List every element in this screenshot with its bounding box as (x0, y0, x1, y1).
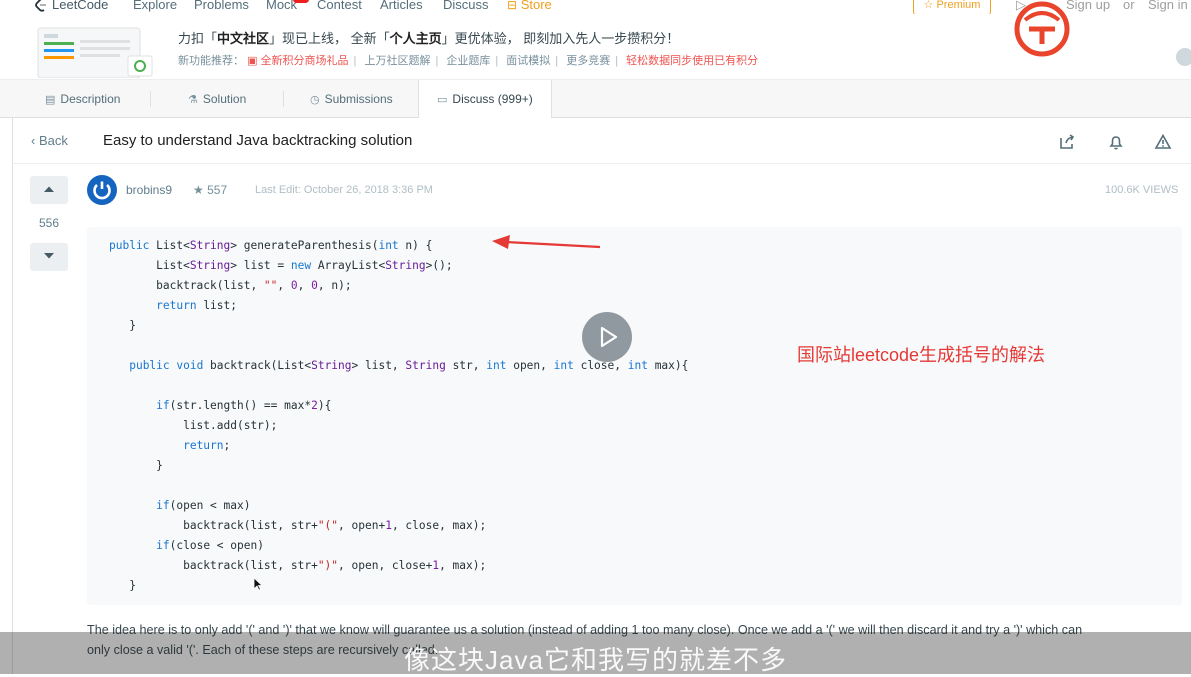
banner-link[interactable]: 全新积分商场礼品 (261, 55, 349, 67)
banner-link[interactable]: 更多竞赛 (566, 55, 610, 67)
nav-store[interactable]: ⊟ Store (507, 0, 552, 12)
comment-icon: ▭ (437, 94, 448, 106)
caret-down-icon (44, 253, 54, 259)
star-icon: ★ (193, 183, 208, 197)
video-play-button[interactable] (582, 312, 632, 362)
last-edit: Last Edit: October 26, 2018 3:36 PM (255, 184, 433, 196)
new-badge (293, 0, 309, 3)
post-title: Easy to understand Java backtracking sol… (103, 132, 413, 149)
sign-up-link[interactable]: Sign up (1066, 0, 1110, 12)
banner-recommendations: 新功能推荐： ▣ 全新积分商场礼品 | 上万社区题解 | 企业题库 | 面试模拟 | 更… (178, 55, 759, 67)
nav-discuss[interactable]: Discuss (443, 0, 489, 12)
nav-mock[interactable]: Mock (266, 0, 297, 12)
store-icon: ⊟ (507, 0, 518, 12)
tab-description[interactable]: ▤ Description (37, 80, 128, 118)
caret-up-icon (44, 186, 54, 192)
gift-icon: ▣ (247, 55, 258, 67)
author-avatar[interactable] (87, 175, 117, 205)
annotation-arrow (492, 235, 601, 249)
nav-contest[interactable]: Contest (317, 0, 362, 12)
banner-text: 」现已上线， 全新「 (269, 31, 390, 46)
banner-link[interactable]: 面试模拟 (506, 55, 550, 67)
tab-label: Discuss (999+) (452, 92, 533, 106)
or-text: or (1123, 0, 1135, 12)
premium-button[interactable]: ☆ Premium (913, 0, 991, 15)
problem-tabs: ▤ Description ⚗ Solution ◷ Submissions ▭ Dis… (0, 80, 1191, 119)
banner-link[interactable]: 轻松数据同步使用已有积分 (626, 55, 758, 67)
video-subtitle: 像这块Java它和我写的就差不多 (404, 645, 787, 675)
tab-label: Description (60, 92, 121, 106)
leetcode-logo-icon (35, 0, 46, 12)
description-icon: ▤ (45, 94, 56, 106)
back-label: Back (38, 133, 68, 148)
nav-store-label: Store (520, 0, 552, 12)
reputation-value: 557 (207, 183, 228, 197)
banner-text: 力扣「 (178, 31, 218, 46)
tab-solution[interactable]: ⚗ Solution (180, 80, 254, 118)
banner-highlight: 中文社区 (217, 31, 270, 46)
tab-label: Solution (202, 92, 247, 106)
tab-submissions[interactable]: ◷ Submissions (302, 80, 401, 118)
mouse-cursor-icon (253, 577, 263, 591)
banner-illustration (37, 27, 153, 78)
recommend-label: 新功能推荐： (178, 55, 244, 67)
play-icon (600, 327, 618, 347)
banner-highlight: 个人主页 (389, 31, 442, 46)
upvote-button[interactable] (30, 176, 68, 204)
tab-divider (150, 91, 151, 107)
power-icon (93, 181, 111, 200)
brand-name: LeetCode (52, 0, 109, 12)
vote-count: 556 (38, 216, 60, 230)
tab-discuss[interactable]: ▭ Discuss (999+) (418, 80, 552, 119)
banner-link[interactable]: 企业题库 (446, 55, 490, 67)
channel-logo-watermark (1014, 1, 1070, 57)
author-name[interactable]: brobins9 (126, 183, 172, 197)
nav-explore[interactable]: Explore (133, 0, 177, 12)
tab-divider (283, 91, 284, 107)
report-warning-icon[interactable] (1154, 133, 1172, 151)
banner-headline: 力扣「中文社区」现已上线， 全新「个人主页」更优体验， 即刻加入先人一步攒积分！ (178, 28, 679, 47)
chevron-left-icon: ‹ (31, 133, 39, 148)
nav-articles[interactable]: Articles (380, 0, 423, 12)
view-count: 100.6K VIEWS (1105, 184, 1179, 196)
tab-label: Submissions (324, 92, 393, 106)
leetcode-logo[interactable]: LeetCode (34, 0, 108, 12)
nav-problems[interactable]: Problems (194, 0, 249, 12)
flask-icon: ⚗ (188, 94, 198, 106)
banner-link[interactable]: 上万社区题解 (364, 55, 430, 67)
annotation-text: 国际站leetcode生成括号的解法 (797, 345, 1046, 365)
sign-in-link[interactable]: Sign in (1148, 0, 1188, 12)
clock-icon: ◷ (310, 94, 320, 106)
banner-close-icon[interactable] (1176, 48, 1191, 66)
title-divider (12, 163, 1191, 164)
code-text: public List<String> generateParenthesis(… (109, 239, 689, 592)
code-block: public List<String> generateParenthesis(… (87, 227, 1182, 605)
bell-icon[interactable] (1107, 133, 1125, 151)
back-button[interactable]: ‹ Back (31, 133, 68, 148)
downvote-button[interactable] (30, 243, 68, 271)
banner-text: 」更优体验， 即刻加入先人一步攒积分！ (441, 31, 680, 46)
reputation: ★ 557 (193, 183, 227, 197)
share-icon[interactable] (1058, 133, 1076, 151)
